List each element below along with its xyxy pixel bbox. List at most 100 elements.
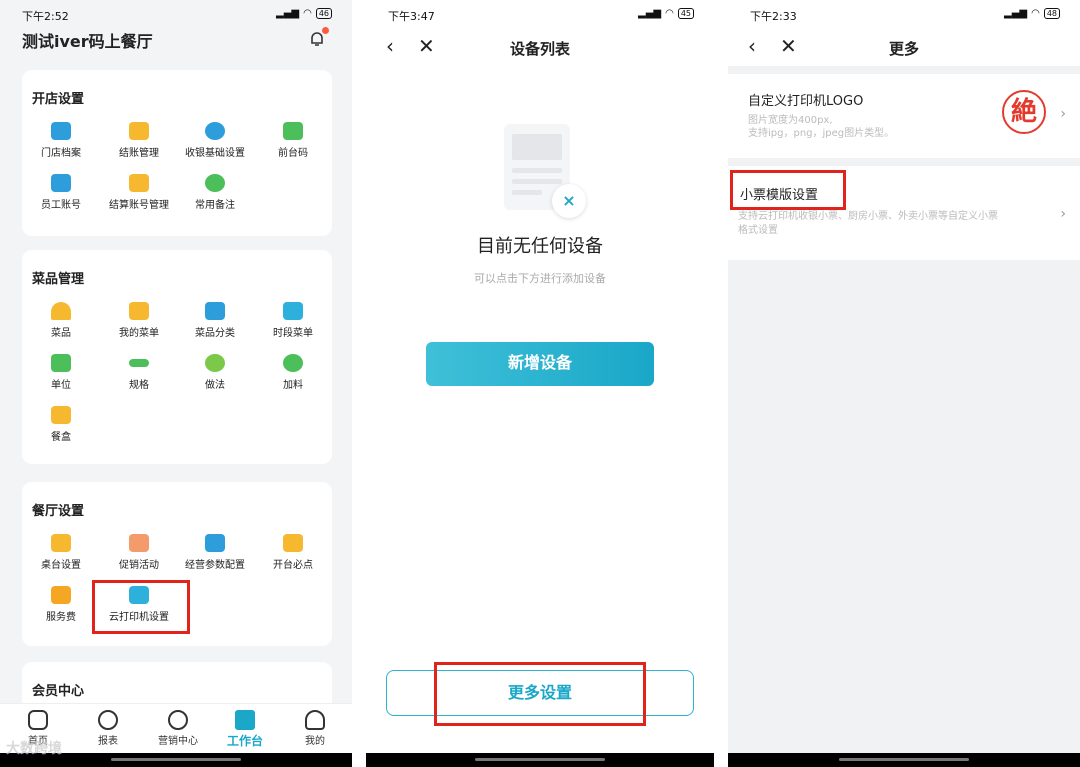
- gear-icon: [205, 122, 225, 140]
- wifi-icon: ◠: [303, 8, 312, 19]
- item-dish-category[interactable]: 菜品分类: [176, 302, 254, 339]
- chevron-right-icon: ›: [1060, 106, 1066, 122]
- item-unit[interactable]: 单位: [22, 354, 100, 391]
- status-bar: 下午2:52 ▂▄▆ ◠ 46: [0, 0, 352, 28]
- leaf-icon: [205, 354, 225, 372]
- item-cashier-settings[interactable]: 收银基础设置: [176, 122, 254, 159]
- status-icons: ▂▄▆ ◠ 45: [638, 8, 694, 19]
- status-bar: 下午3:47 ▂▄▆ ◠ 45: [366, 0, 714, 28]
- item-store-profile[interactable]: 门店档案: [22, 122, 100, 159]
- printer-logo-image: 絶: [1002, 90, 1046, 134]
- signal-icon: ▂▄▆: [638, 8, 662, 19]
- item-my-menu[interactable]: 我的菜单: [100, 302, 178, 339]
- phone-device-list-screen: 下午3:47 ▂▄▆ ◠ 45 ‹ ✕ 设备列表 × 目前无任何设备 可以点击下…: [366, 0, 714, 767]
- clock-icon: [283, 302, 303, 320]
- item-front-code[interactable]: 前台码: [254, 122, 332, 159]
- workbench-icon: [235, 710, 255, 730]
- badge-icon: [51, 174, 71, 192]
- spec-icon: [129, 359, 149, 367]
- page-title: 设备列表: [509, 40, 570, 58]
- menu-icon: [129, 302, 149, 320]
- item-time-menu[interactable]: 时段菜单: [254, 302, 332, 339]
- item-staff-account[interactable]: 员工账号: [22, 174, 100, 211]
- chevron-right-icon: ›: [1060, 206, 1066, 222]
- ticket-icon: [129, 534, 149, 552]
- item-required-items[interactable]: 开台必点: [254, 534, 332, 571]
- category-icon: [205, 302, 225, 320]
- tab-workbench[interactable]: 工作台: [210, 710, 280, 749]
- wifi-icon: ◠: [665, 8, 674, 19]
- phone-workbench-screen: 下午2:52 ▂▄▆ ◠ 46 测试iver码上餐厅 开店设置 门店档案 结账管…: [0, 0, 352, 767]
- target-icon: [168, 710, 188, 730]
- section-store-settings: 开店设置 门店档案 结账管理 收银基础设置 前台码 员工账号 结算账号管理 常用…: [22, 70, 332, 236]
- item-cooking-method[interactable]: 做法: [176, 354, 254, 391]
- empty-state-hint: 可以点击下方进行添加设备: [474, 272, 606, 285]
- clipboard-icon: [283, 534, 303, 552]
- signal-icon: ▂▄▆: [276, 8, 300, 19]
- watermark: 大数跨境: [6, 741, 62, 757]
- home-icon: [28, 710, 48, 730]
- pie-chart-icon: [98, 710, 118, 730]
- plus-icon: [283, 354, 303, 372]
- tab-reports[interactable]: 报表: [73, 710, 143, 747]
- row-desc: 支持云打印机收银小票、厨房小票、外卖小票等自定义小票: [738, 211, 998, 222]
- battery-icon: 48: [1043, 8, 1060, 19]
- item-checkout-management[interactable]: 结账管理: [100, 122, 178, 159]
- row-desc: 格式设置: [738, 225, 778, 236]
- close-icon: ×: [552, 184, 586, 218]
- battery-icon: 46: [315, 8, 332, 19]
- status-bar: 下午2:33 ▂▄▆ ◠ 48: [728, 0, 1080, 28]
- cloche-icon: [51, 302, 71, 320]
- status-icons: ▂▄▆ ◠ 46: [276, 8, 332, 19]
- page-title: 更多: [888, 40, 919, 58]
- item-common-notes[interactable]: 常用备注: [176, 174, 254, 211]
- purse-icon: [129, 174, 149, 192]
- grid-icon: [283, 122, 303, 140]
- empty-document-illustration: ×: [504, 124, 586, 218]
- table-icon: [51, 534, 71, 552]
- item-business-params[interactable]: 经营参数配置: [176, 534, 254, 571]
- highlight-box: [730, 170, 846, 210]
- phone-more-screen: 下午2:33 ▂▄▆ ◠ 48 ‹ ✕ 更多 自定义打印机LOGO 图片宽度为4…: [728, 0, 1080, 767]
- signal-icon: ▂▄▆: [1004, 8, 1028, 19]
- home-indicator: [366, 753, 714, 767]
- item-dishes[interactable]: 菜品: [22, 302, 100, 339]
- home-indicator: [728, 753, 1080, 767]
- battery-icon: 45: [677, 8, 694, 19]
- tab-mine[interactable]: 我的: [280, 710, 350, 747]
- section-menu-management: 菜品管理 菜品 我的菜单 菜品分类 时段菜单 单位 规格 做法 加料 餐盒: [22, 250, 332, 464]
- notification-badge: [322, 27, 329, 34]
- item-promotions[interactable]: 促销活动: [100, 534, 178, 571]
- section-title: 会员中心: [32, 684, 85, 699]
- item-settlement-account[interactable]: 结算账号管理: [100, 174, 178, 211]
- item-lunch-box[interactable]: 餐盒: [22, 406, 100, 443]
- row-title: 自定义打印机LOGO: [748, 94, 864, 109]
- wallet-icon: [129, 122, 149, 140]
- empty-state-title: 目前无任何设备: [477, 236, 603, 257]
- status-icons: ▂▄▆ ◠ 48: [1004, 8, 1060, 19]
- highlight-box: [92, 580, 190, 634]
- sliders-icon: [205, 534, 225, 552]
- section-title: 菜品管理: [32, 272, 85, 287]
- item-toppings[interactable]: 加料: [254, 354, 332, 391]
- status-time: 下午2:33: [750, 10, 797, 23]
- item-service-fee[interactable]: 服务费: [22, 586, 100, 623]
- fee-icon: [51, 586, 71, 604]
- highlight-box: [434, 662, 646, 726]
- nav-header: ‹ ✕ 更多: [728, 28, 1080, 66]
- list-icon: [205, 174, 225, 192]
- add-device-button[interactable]: 新增设备: [426, 342, 654, 386]
- status-time: 下午3:47: [388, 10, 435, 23]
- store-icon: [51, 122, 71, 140]
- status-time: 下午2:52: [22, 10, 69, 23]
- item-table-settings[interactable]: 桌台设置: [22, 534, 100, 571]
- tab-marketing[interactable]: 营销中心: [143, 710, 213, 747]
- section-restaurant-settings: 餐厅设置 桌台设置 促销活动 经营参数配置 开台必点 服务费 云打印机设置: [22, 482, 332, 646]
- bell-icon[interactable]: [308, 27, 329, 48]
- section-title: 餐厅设置: [32, 504, 85, 519]
- item-spec[interactable]: 规格: [100, 354, 178, 391]
- section-title: 开店设置: [32, 92, 85, 107]
- nav-header: ‹ ✕ 设备列表: [366, 28, 714, 66]
- wifi-icon: ◠: [1031, 8, 1040, 19]
- unit-icon: [51, 354, 71, 372]
